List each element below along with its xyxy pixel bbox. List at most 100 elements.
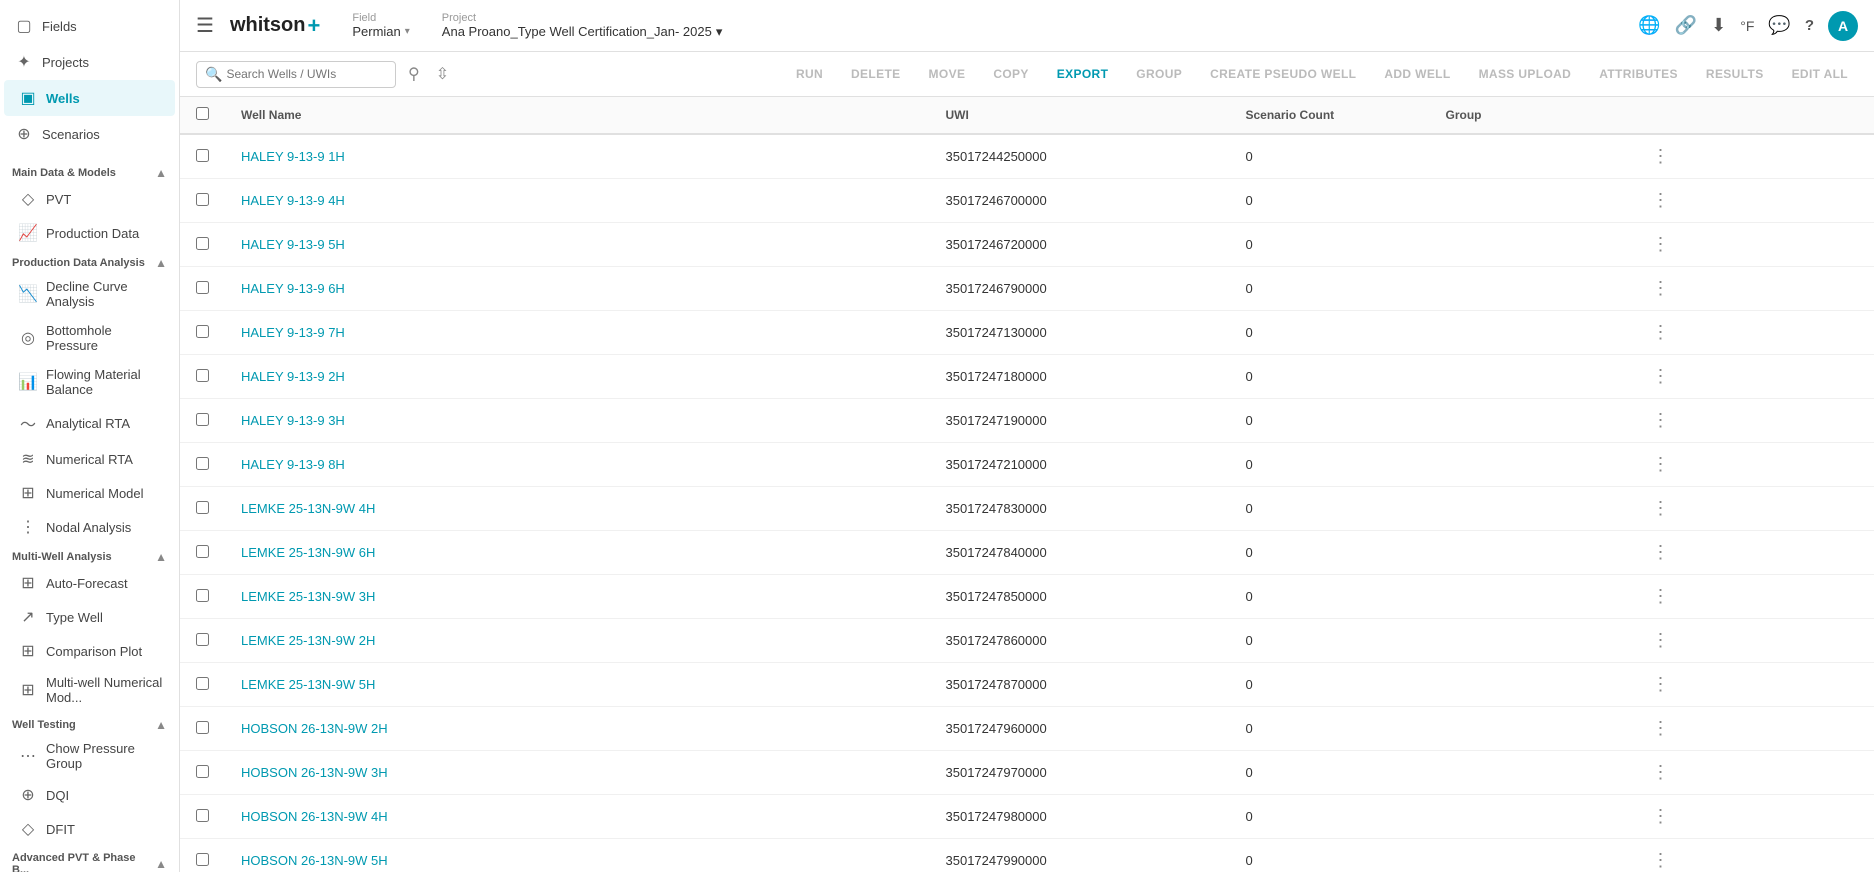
sidebar-item-type-well[interactable]: ↗ Type Well [4, 600, 175, 634]
globe-icon[interactable]: 🌐 [1638, 15, 1660, 36]
temperature-icon[interactable]: °F [1740, 18, 1754, 34]
delete-button[interactable]: DELETE [841, 62, 911, 86]
row-actions-6[interactable]: ⋮ [1630, 399, 1874, 443]
sidebar-item-fields[interactable]: ▢ Fields [0, 8, 179, 44]
row-more-button-13[interactable]: ⋮ [1646, 716, 1676, 741]
section-production-analysis[interactable]: Production Data Analysis ▲ [0, 250, 179, 272]
row-more-button-14[interactable]: ⋮ [1646, 760, 1676, 785]
sort-icon[interactable]: ⇳ [432, 60, 453, 88]
row-check-14[interactable] [180, 751, 225, 795]
row-checkbox-10[interactable] [196, 589, 209, 602]
row-well-name-0[interactable]: HALEY 9-13-9 1H [225, 134, 930, 179]
row-check-16[interactable] [180, 839, 225, 872]
row-check-2[interactable] [180, 223, 225, 267]
row-check-13[interactable] [180, 707, 225, 751]
section-advanced-pvt[interactable]: Advanced PVT & Phase B... ▲ [0, 846, 179, 872]
row-actions-4[interactable]: ⋮ [1630, 311, 1874, 355]
row-more-button-12[interactable]: ⋮ [1646, 672, 1676, 697]
row-well-name-14[interactable]: HOBSON 26-13N-9W 3H [225, 751, 930, 795]
attributes-button[interactable]: ATTRIBUTES [1589, 62, 1688, 86]
row-checkbox-2[interactable] [196, 237, 209, 250]
row-check-0[interactable] [180, 134, 225, 179]
row-check-3[interactable] [180, 267, 225, 311]
row-check-6[interactable] [180, 399, 225, 443]
row-more-button-1[interactable]: ⋮ [1646, 188, 1676, 213]
sidebar-item-multi-numerical[interactable]: ⊞ Multi-well Numerical Mod... [4, 668, 175, 712]
row-actions-12[interactable]: ⋮ [1630, 663, 1874, 707]
row-checkbox-3[interactable] [196, 281, 209, 294]
project-selector[interactable]: Ana Proano_Type Well Certification_Jan- … [442, 24, 723, 40]
row-checkbox-0[interactable] [196, 149, 209, 162]
section-main-data[interactable]: Main Data & Models ▲ [0, 160, 179, 182]
row-more-button-6[interactable]: ⋮ [1646, 408, 1676, 433]
sidebar-item-dqi[interactable]: ⊕ DQI [4, 778, 175, 812]
row-more-button-15[interactable]: ⋮ [1646, 804, 1676, 829]
search-input[interactable] [226, 67, 366, 81]
row-well-name-6[interactable]: HALEY 9-13-9 3H [225, 399, 930, 443]
row-actions-5[interactable]: ⋮ [1630, 355, 1874, 399]
results-button[interactable]: RESULTS [1696, 62, 1774, 86]
row-actions-16[interactable]: ⋮ [1630, 839, 1874, 872]
filter-icon[interactable]: ⚲ [404, 60, 424, 88]
sidebar-item-analytical-rta[interactable]: 〜 Analytical RTA [4, 404, 175, 442]
row-actions-8[interactable]: ⋮ [1630, 487, 1874, 531]
row-actions-2[interactable]: ⋮ [1630, 223, 1874, 267]
row-check-11[interactable] [180, 619, 225, 663]
row-checkbox-12[interactable] [196, 677, 209, 690]
row-check-7[interactable] [180, 443, 225, 487]
row-well-name-11[interactable]: LEMKE 25-13N-9W 2H [225, 619, 930, 663]
row-actions-0[interactable]: ⋮ [1630, 134, 1874, 179]
row-more-button-10[interactable]: ⋮ [1646, 584, 1676, 609]
row-actions-10[interactable]: ⋮ [1630, 575, 1874, 619]
row-more-button-2[interactable]: ⋮ [1646, 232, 1676, 257]
sidebar-item-nodal-analysis[interactable]: ⋮ Nodal Analysis [4, 510, 175, 544]
row-actions-15[interactable]: ⋮ [1630, 795, 1874, 839]
row-check-4[interactable] [180, 311, 225, 355]
row-well-name-9[interactable]: LEMKE 25-13N-9W 6H [225, 531, 930, 575]
sidebar-item-numerical-rta[interactable]: ≋ Numerical RTA [4, 442, 175, 476]
help-icon[interactable]: ? [1805, 17, 1814, 34]
section-well-testing[interactable]: Well Testing ▲ [0, 712, 179, 734]
row-well-name-2[interactable]: HALEY 9-13-9 5H [225, 223, 930, 267]
sidebar-item-flowing-material-balance[interactable]: 📊 Flowing Material Balance [4, 360, 175, 404]
field-selector[interactable]: Permian ▾ [352, 24, 409, 39]
download-icon[interactable]: ⬇ [1711, 15, 1726, 36]
user-avatar[interactable]: A [1828, 11, 1858, 41]
chat-icon[interactable]: 💬 [1768, 15, 1790, 36]
row-actions-7[interactable]: ⋮ [1630, 443, 1874, 487]
row-checkbox-15[interactable] [196, 809, 209, 822]
sidebar-item-wells[interactable]: ▣ Wells [4, 80, 175, 116]
row-check-9[interactable] [180, 531, 225, 575]
sidebar-item-scenarios[interactable]: ⊕ Scenarios [0, 116, 179, 152]
row-check-12[interactable] [180, 663, 225, 707]
row-actions-13[interactable]: ⋮ [1630, 707, 1874, 751]
row-more-button-0[interactable]: ⋮ [1646, 144, 1676, 169]
section-multi-well[interactable]: Multi-Well Analysis ▲ [0, 544, 179, 566]
export-button[interactable]: EXPORT [1047, 62, 1119, 86]
row-well-name-3[interactable]: HALEY 9-13-9 6H [225, 267, 930, 311]
row-more-button-16[interactable]: ⋮ [1646, 848, 1676, 872]
row-checkbox-9[interactable] [196, 545, 209, 558]
row-checkbox-13[interactable] [196, 721, 209, 734]
row-well-name-8[interactable]: LEMKE 25-13N-9W 4H [225, 487, 930, 531]
row-checkbox-11[interactable] [196, 633, 209, 646]
link-icon[interactable]: 🔗 [1675, 15, 1697, 36]
row-actions-9[interactable]: ⋮ [1630, 531, 1874, 575]
select-all-checkbox[interactable] [196, 107, 209, 120]
sidebar-item-bottomhole-pressure[interactable]: ◎ Bottomhole Pressure [4, 316, 175, 360]
row-check-1[interactable] [180, 179, 225, 223]
row-well-name-13[interactable]: HOBSON 26-13N-9W 2H [225, 707, 930, 751]
row-checkbox-1[interactable] [196, 193, 209, 206]
row-more-button-7[interactable]: ⋮ [1646, 452, 1676, 477]
row-actions-1[interactable]: ⋮ [1630, 179, 1874, 223]
group-button[interactable]: GROUP [1126, 62, 1192, 86]
row-check-15[interactable] [180, 795, 225, 839]
row-actions-14[interactable]: ⋮ [1630, 751, 1874, 795]
row-well-name-5[interactable]: HALEY 9-13-9 2H [225, 355, 930, 399]
sidebar-item-decline-curve[interactable]: 📉 Decline Curve Analysis [4, 272, 175, 316]
sidebar-item-numerical-model[interactable]: ⊞ Numerical Model [4, 476, 175, 510]
row-check-10[interactable] [180, 575, 225, 619]
create-pseudo-well-button[interactable]: CREATE PSEUDO WELL [1200, 62, 1366, 86]
search-box[interactable]: 🔍 [196, 61, 396, 88]
row-checkbox-6[interactable] [196, 413, 209, 426]
